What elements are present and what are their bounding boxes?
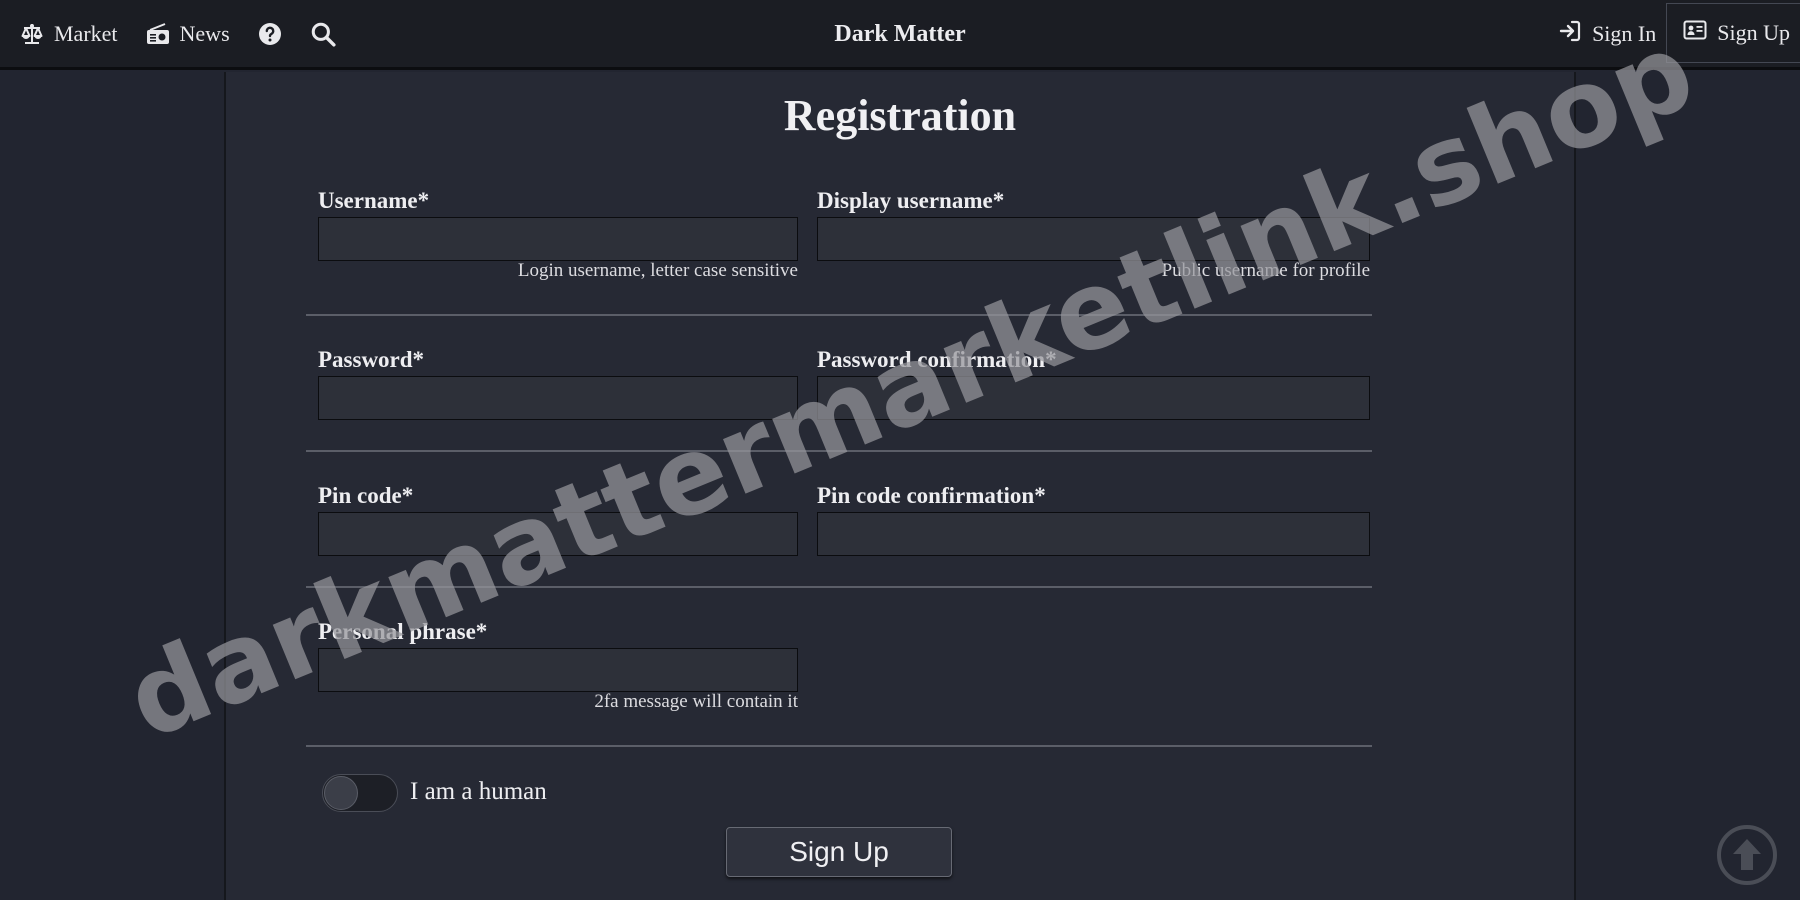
nav-market-label: Market — [54, 21, 118, 46]
sign-up-nav-label: Sign Up — [1717, 20, 1790, 45]
sign-up-link[interactable]: Sign Up — [1666, 3, 1800, 63]
personal-phrase-hint: 2fa message will contain it — [594, 691, 798, 712]
help-button[interactable] — [258, 22, 282, 46]
divider — [306, 450, 1372, 452]
radio-icon — [146, 22, 170, 46]
search-icon — [310, 21, 336, 47]
pin-code-input[interactable] — [318, 512, 798, 556]
password-confirmation-input[interactable] — [817, 376, 1370, 420]
nav-news-link[interactable]: News — [146, 21, 230, 47]
pin-code-confirmation-input[interactable] — [817, 512, 1370, 556]
username-input[interactable] — [318, 217, 798, 261]
username-hint: Login username, letter case sensitive — [517, 260, 798, 281]
nav-right: Sign In Sign Up — [1558, 0, 1800, 68]
divider — [306, 745, 1372, 747]
divider — [306, 314, 1372, 316]
human-toggle[interactable] — [322, 774, 398, 812]
display-username-input[interactable] — [817, 217, 1370, 261]
sign-in-link[interactable]: Sign In — [1558, 19, 1656, 49]
display-username-hint: Public username for profile — [1161, 260, 1370, 281]
personal-phrase-input[interactable] — [318, 648, 798, 692]
divider — [306, 586, 1372, 588]
arrow-up-circle-icon — [1717, 825, 1777, 885]
pin-code-confirmation-label: Pin code confirmation* — [817, 483, 1046, 508]
question-circle-icon — [258, 22, 282, 46]
password-input[interactable] — [318, 376, 798, 420]
registration-panel: Registration Username* Login username, l… — [224, 72, 1576, 900]
sign-up-button[interactable]: Sign Up — [726, 827, 952, 877]
scales-icon — [20, 22, 44, 46]
password-confirmation-label: Password confirmation* — [817, 347, 1057, 372]
password-label: Password* — [318, 347, 425, 372]
nav-market-link[interactable]: Market — [20, 21, 118, 47]
page-title: Registration — [783, 91, 1017, 140]
pin-code-label: Pin code* — [318, 483, 414, 508]
search-button[interactable] — [310, 21, 336, 47]
nav-left: Market News — [20, 0, 364, 68]
scroll-to-top-button[interactable] — [1716, 824, 1778, 886]
toggle-knob — [324, 776, 358, 810]
personal-phrase-label: Personal phrase* — [318, 619, 488, 644]
top-navigation-bar: Market News Dark Matter Sign In Sign Up — [0, 0, 1800, 70]
id-card-icon — [1683, 18, 1707, 48]
username-label: Username* — [318, 188, 430, 213]
nav-news-label: News — [179, 21, 230, 46]
sign-in-label: Sign In — [1592, 21, 1657, 46]
display-username-label: Display username* — [817, 188, 1005, 213]
sign-in-icon — [1558, 19, 1582, 49]
human-toggle-label: I am a human — [410, 778, 547, 805]
